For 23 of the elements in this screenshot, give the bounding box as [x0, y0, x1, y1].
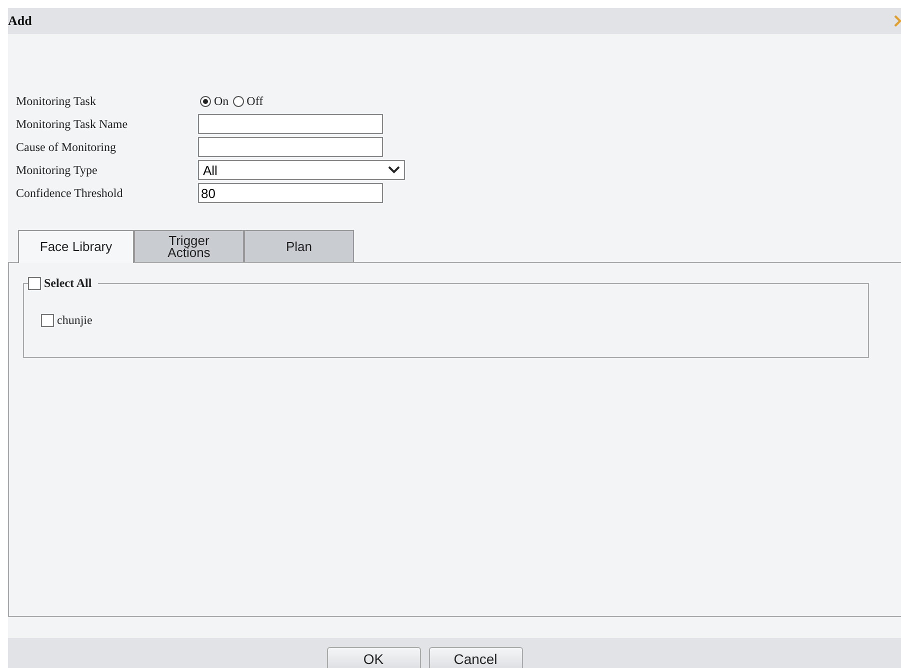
radio-label[interactable]: Off	[246, 94, 264, 108]
field-label: Confidence Threshold	[16, 186, 124, 200]
tab[interactable]: Trigger Actions	[134, 230, 244, 263]
dropdown[interactable]: All	[198, 160, 405, 180]
checkbox-label[interactable]: chunjie	[57, 313, 92, 328]
radio-label[interactable]: On	[214, 94, 229, 108]
checkbox[interactable]	[28, 276, 41, 290]
text-field[interactable]: 80	[198, 183, 383, 203]
text-field[interactable]	[198, 137, 383, 157]
field-label: Monitoring Task Name	[16, 116, 129, 132]
dialog-button[interactable]: OK	[326, 647, 420, 668]
tab[interactable]: Plan	[244, 230, 354, 263]
radio-button[interactable]	[232, 96, 244, 106]
field-label: Cause of Monitoring	[16, 140, 117, 154]
radio-button[interactable]	[200, 96, 211, 106]
tab[interactable]: Face Library	[18, 230, 134, 263]
text-field[interactable]	[198, 114, 383, 134]
dialog-button[interactable]: Cancel	[428, 647, 522, 668]
checkbox[interactable]	[41, 314, 54, 327]
field-label: Monitoring Type	[16, 162, 98, 178]
chevron-down-icon	[388, 166, 400, 174]
window-title: Add	[8, 13, 32, 29]
field-label: Monitoring Task	[16, 94, 97, 108]
